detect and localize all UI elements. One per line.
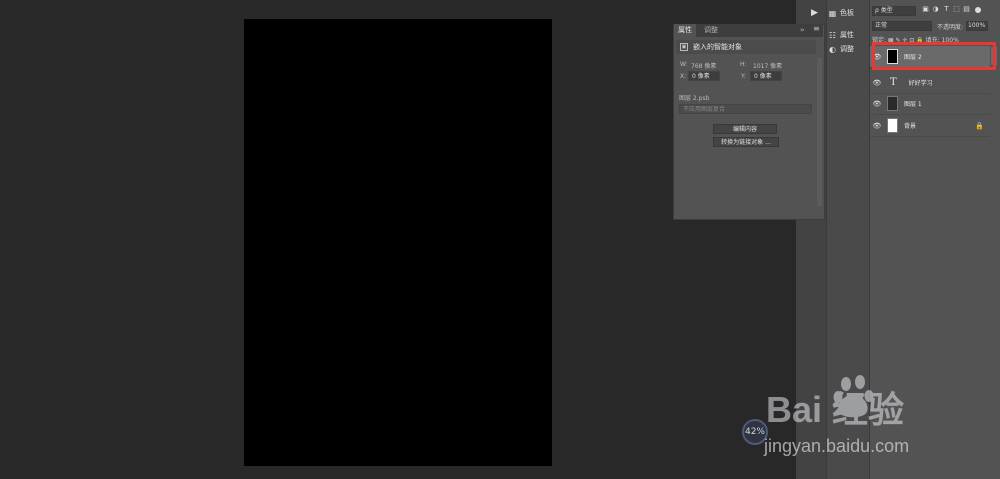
height-value[interactable]: 1017 像素 — [753, 61, 782, 70]
watermark-url: jingyan.baidu.com — [764, 436, 910, 456]
convert-to-linked-button[interactable]: 转换为链接对象 ... — [713, 137, 779, 147]
visibility-eye-icon[interactable]: 👁 — [870, 122, 884, 130]
opacity-field[interactable]: 100% — [966, 21, 988, 31]
edit-contents-button[interactable]: 编辑内容 — [713, 124, 777, 134]
properties-scrollbar[interactable] — [817, 58, 822, 206]
layer-filter-select[interactable]: ρ 类型 — [872, 6, 916, 16]
layer-row-background[interactable]: 👁 背景 🔒 — [870, 115, 990, 137]
swatches-icon: ▦ — [828, 8, 837, 18]
smart-object-icon: ▣ — [680, 43, 688, 51]
text-layer-icon: T — [890, 77, 897, 88]
filter-adjust-icon[interactable]: ◑ — [932, 6, 939, 13]
layer-name: 好好学习 — [908, 80, 933, 87]
blend-mode-select[interactable]: 正常 — [872, 21, 932, 31]
height-label: H: — [740, 61, 747, 68]
swatches-label: 色板 — [840, 9, 854, 17]
x-label: X: — [680, 73, 687, 80]
layer-row-text[interactable]: 👁 T 好好学习 — [870, 72, 990, 94]
width-label: W: — [680, 61, 688, 68]
x-position-field[interactable]: 0 像素 — [688, 71, 720, 81]
y-position-field[interactable]: 0 像素 — [750, 71, 782, 81]
layer-name: 图层 1 — [904, 101, 922, 108]
selection-highlight-box — [872, 42, 996, 70]
opacity-label: 不透明度: — [937, 24, 964, 31]
adjustments-label: 调整 — [840, 45, 854, 53]
filter-text-icon[interactable]: T — [943, 6, 950, 13]
visibility-eye-icon[interactable]: 👁 — [870, 79, 884, 87]
adjustments-icon: ◐ — [829, 44, 836, 54]
properties-label: 属性 — [840, 31, 854, 39]
y-label: Y: — [741, 73, 746, 80]
swatches-panel-button[interactable]: ▦ 色板 — [828, 5, 866, 21]
watermark-brand-text: Bai 经验 — [766, 389, 904, 430]
layer-thumbnail — [887, 96, 898, 111]
tab-adjustments[interactable]: 调整 — [700, 24, 722, 37]
layer-row-layer1[interactable]: 👁 图层 1 — [870, 93, 990, 115]
filter-pixel-icon[interactable]: ▣ — [922, 6, 929, 13]
source-file-name: 图层 2.psb — [679, 95, 710, 102]
layer-name: 背景 — [904, 123, 917, 130]
width-value[interactable]: 768 像素 — [691, 61, 716, 70]
panel-menu-icon[interactable]: ≡ — [813, 24, 820, 33]
visibility-eye-icon[interactable]: 👁 — [870, 100, 884, 108]
adjustments-panel-button[interactable]: ◐ 调整 — [828, 41, 866, 57]
filter-smart-icon[interactable]: ▤ — [963, 6, 970, 13]
filter-shape-icon[interactable]: ⬚ — [953, 6, 960, 13]
properties-header: ▣ 嵌入的智能对象 — [676, 40, 816, 54]
filter-toggle-icon[interactable] — [975, 7, 981, 13]
play-icon[interactable]: ▶ — [811, 8, 818, 18]
document-canvas[interactable] — [244, 19, 552, 466]
lock-icon: 🔒 — [975, 121, 984, 130]
tab-properties[interactable]: 属性 — [674, 24, 696, 37]
properties-header-title: 嵌入的智能对象 — [693, 43, 742, 51]
collapse-icon[interactable]: ›› — [800, 26, 805, 34]
properties-icon: ☷ — [828, 30, 837, 40]
layer-thumbnail — [887, 118, 898, 133]
layer-comp-select[interactable]: 不应用图层复合 — [679, 104, 812, 114]
